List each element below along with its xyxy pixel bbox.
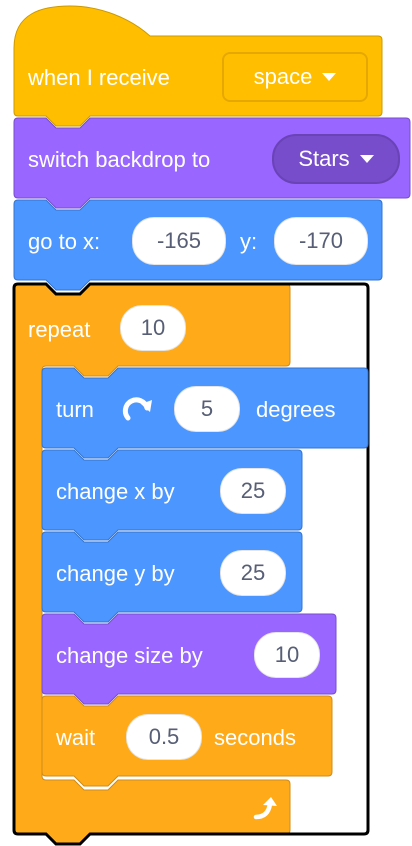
change-x-label: change x by <box>56 479 175 504</box>
backdrop-dropdown[interactable]: Stars <box>272 134 400 184</box>
backdrop-dropdown-value: Stars <box>298 146 350 171</box>
change-size-label: change size by <box>56 643 203 668</box>
change-y-label: change y by <box>56 561 175 586</box>
go-to-y-label: y: <box>240 229 258 254</box>
turn-label: turn <box>56 397 94 422</box>
switch-backdrop-label: switch backdrop to <box>28 147 211 172</box>
wait-seconds-label: seconds <box>214 725 296 750</box>
x-input[interactable]: -165 <box>132 217 226 265</box>
turn-degrees-input[interactable]: 5 <box>174 386 240 432</box>
loop-arrow-icon <box>253 797 277 820</box>
turn-degrees-label: degrees <box>256 397 336 422</box>
change-x-input[interactable]: 25 <box>220 468 286 514</box>
message-dropdown-value: space <box>253 64 313 89</box>
wait-seconds-input[interactable]: 0.5 <box>126 714 202 760</box>
change-size-input[interactable]: 10 <box>254 632 320 678</box>
rotate-right-icon <box>122 397 152 421</box>
y-input[interactable]: -170 <box>274 217 368 265</box>
chevron-down-icon <box>359 155 374 163</box>
go-to-x-label: go to x: <box>28 229 101 254</box>
change-y-input[interactable]: 25 <box>220 550 286 596</box>
message-dropdown[interactable]: space <box>222 52 368 102</box>
repeat-count-input[interactable]: 10 <box>120 305 186 351</box>
when-i-receive-label: when I receive <box>28 65 170 90</box>
wait-label: wait <box>56 725 96 750</box>
repeat-label: repeat <box>28 317 91 342</box>
chevron-down-icon <box>322 73 337 81</box>
